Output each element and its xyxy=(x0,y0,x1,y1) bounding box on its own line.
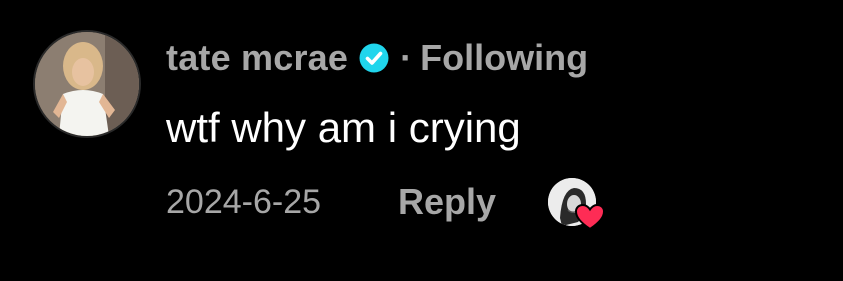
comment-date: 2024-6-25 xyxy=(166,183,322,221)
author-username[interactable]: tate mcrae xyxy=(166,37,348,79)
comment-text: wtf why am i crying xyxy=(166,104,521,151)
comment-header: tate mcrae · Following xyxy=(166,36,588,80)
author-avatar[interactable] xyxy=(33,30,141,138)
separator-dot: · xyxy=(400,37,413,78)
verified-badge-icon xyxy=(358,42,390,74)
reply-button[interactable]: Reply xyxy=(398,181,496,223)
liked-by-creator-indicator xyxy=(548,178,606,231)
author-photo xyxy=(35,32,139,136)
heart-icon xyxy=(574,202,606,232)
following-status[interactable]: Following xyxy=(420,37,588,79)
